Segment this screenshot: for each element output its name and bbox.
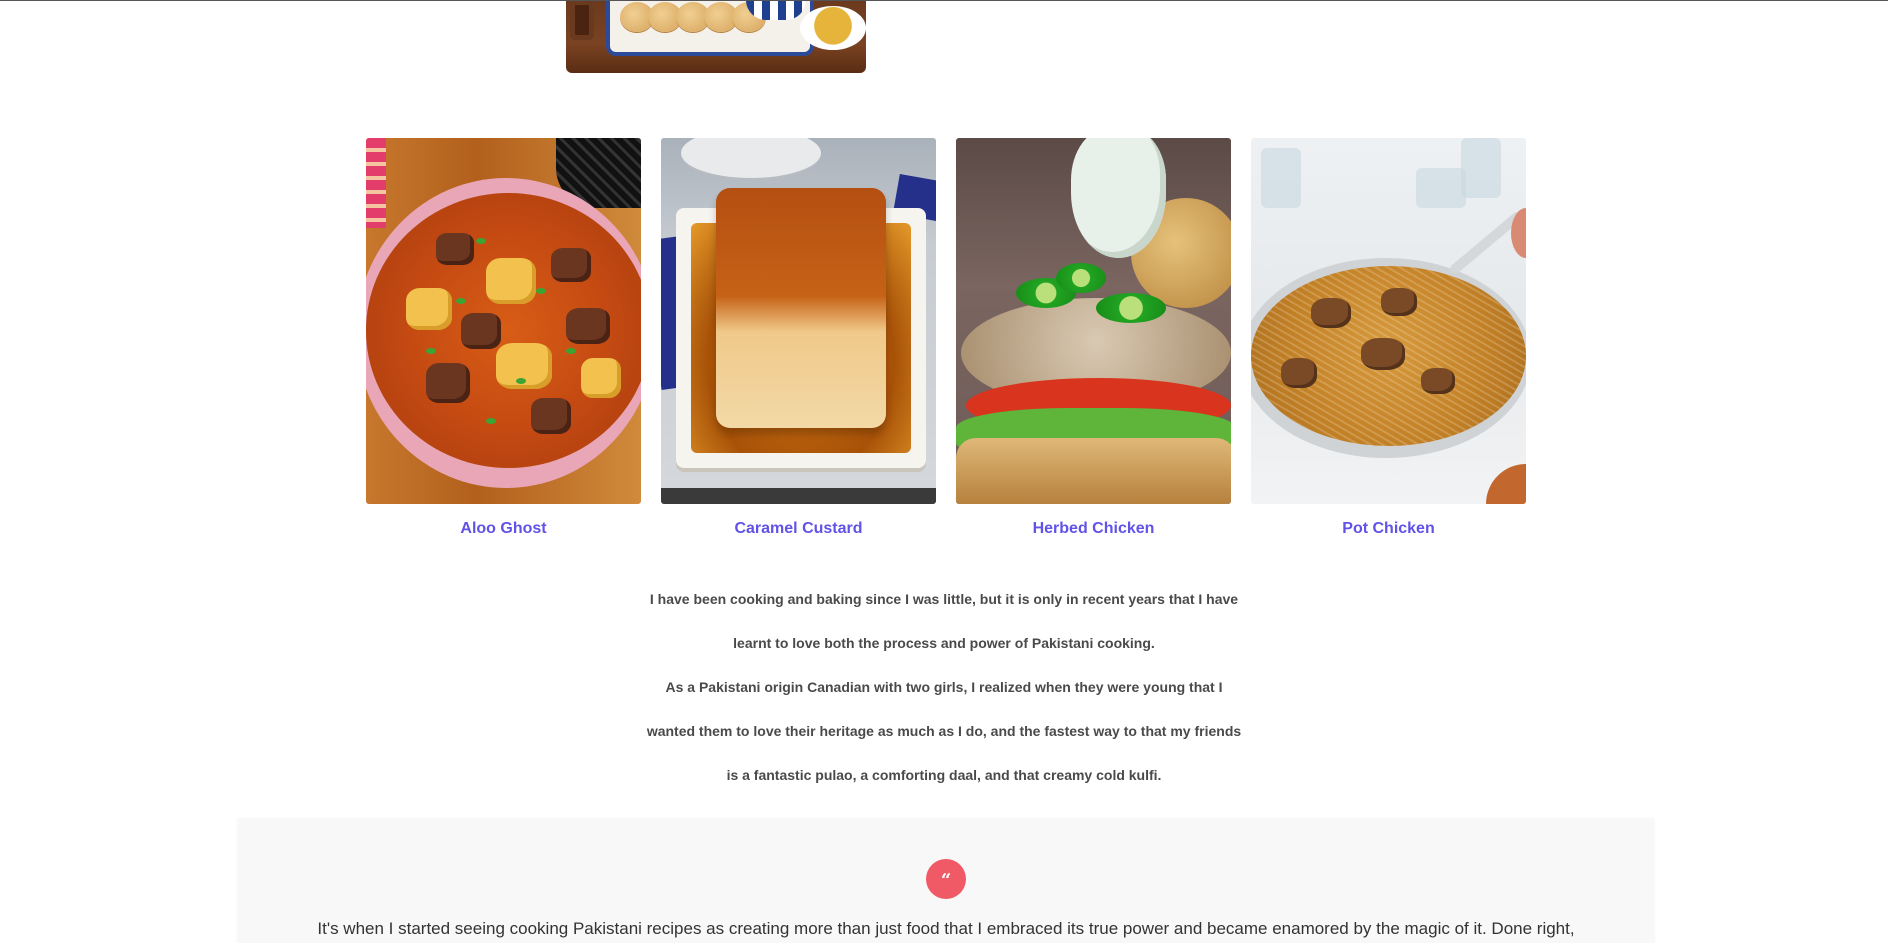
herb (486, 418, 496, 424)
table-base (661, 488, 936, 504)
recipe-card-pot-chicken[interactable]: Pot Chicken (1251, 138, 1526, 538)
meat-chunk (551, 248, 591, 282)
chili-slice (1056, 263, 1106, 293)
aloo-ghost-photo[interactable] (366, 138, 641, 504)
glass (1416, 168, 1466, 208)
meat-chunk (531, 398, 571, 434)
snack-bowl (800, 6, 866, 50)
chicken-piece (1421, 368, 1455, 394)
recipe-title-link[interactable]: Pot Chicken (1342, 520, 1434, 538)
meat-chunk (436, 233, 474, 265)
quote-icon: “ (926, 859, 966, 899)
caramel-custard-photo[interactable] (661, 138, 936, 504)
herbed-chicken-photo[interactable] (956, 138, 1231, 504)
tray-handle (570, 1, 594, 40)
herb (476, 238, 486, 244)
chicken-piece (1281, 358, 1317, 388)
glass (1461, 138, 1501, 198)
pot-chicken-photo[interactable] (1251, 138, 1526, 504)
recipe-card-aloo-ghost[interactable]: Aloo Ghost (366, 138, 641, 538)
glass (1261, 148, 1301, 208)
recipe-grid: Aloo Ghost Caramel Custard Herbed Chicke… (366, 138, 1526, 538)
recipe-title-link[interactable]: Caramel Custard (734, 520, 862, 538)
intro-line: I have been cooking and baking since I w… (649, 591, 1239, 607)
bun-bottom (956, 438, 1231, 504)
chicken-piece (1381, 288, 1417, 316)
recipe-title-link[interactable]: Aloo Ghost (460, 520, 546, 538)
recipe-title-link[interactable]: Herbed Chicken (1033, 520, 1155, 538)
herb (456, 298, 466, 304)
herb (426, 348, 436, 354)
intro-line: is a fantastic pulao, a comforting daal,… (726, 767, 1162, 783)
potato-chunk (486, 258, 536, 304)
page: Aloo Ghost Caramel Custard Herbed Chicke… (0, 0, 1888, 943)
custard (716, 188, 886, 428)
potato-chunk (581, 358, 621, 398)
plate (681, 138, 821, 178)
herb (516, 378, 526, 384)
featured-hero-image (566, 1, 866, 73)
herb (566, 348, 576, 354)
chicken-piece (1361, 338, 1405, 370)
intro-line: As a Pakistani origin Canadian with two … (665, 679, 1223, 695)
meat-chunk (426, 363, 470, 403)
chicken-piece (1311, 298, 1351, 328)
intro-text: I have been cooking and baking since I w… (600, 577, 1288, 797)
chili-slice (1096, 293, 1166, 323)
recipe-card-caramel-custard[interactable]: Caramel Custard (661, 138, 936, 538)
recipe-card-herbed-chicken[interactable]: Herbed Chicken (956, 138, 1231, 538)
potato-chunk (406, 288, 452, 330)
intro-line: wanted them to love their heritage as mu… (646, 723, 1242, 739)
cloth (366, 138, 386, 228)
meat-chunk (566, 308, 610, 344)
herb (536, 288, 546, 294)
table-corner (1486, 464, 1526, 504)
intro-line: learnt to love both the process and powe… (733, 635, 1155, 651)
meat-chunk (461, 313, 501, 349)
testimonial-text: It's when I started seeing cooking Pakis… (317, 919, 1575, 938)
